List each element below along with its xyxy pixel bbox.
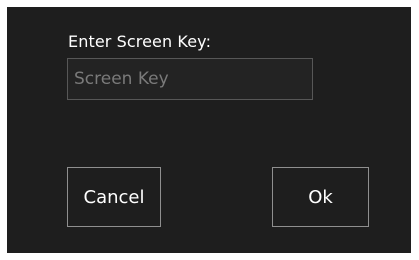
screen-key-input[interactable] [67, 58, 313, 100]
screen-key-label: Enter Screen Key: [68, 32, 212, 51]
window-frame: Enter Screen Key: Cancel Ok [0, 0, 419, 260]
screen-key-dialog: Enter Screen Key: Cancel Ok [7, 7, 411, 253]
ok-button[interactable]: Ok [272, 167, 369, 227]
cancel-button[interactable]: Cancel [67, 167, 161, 227]
